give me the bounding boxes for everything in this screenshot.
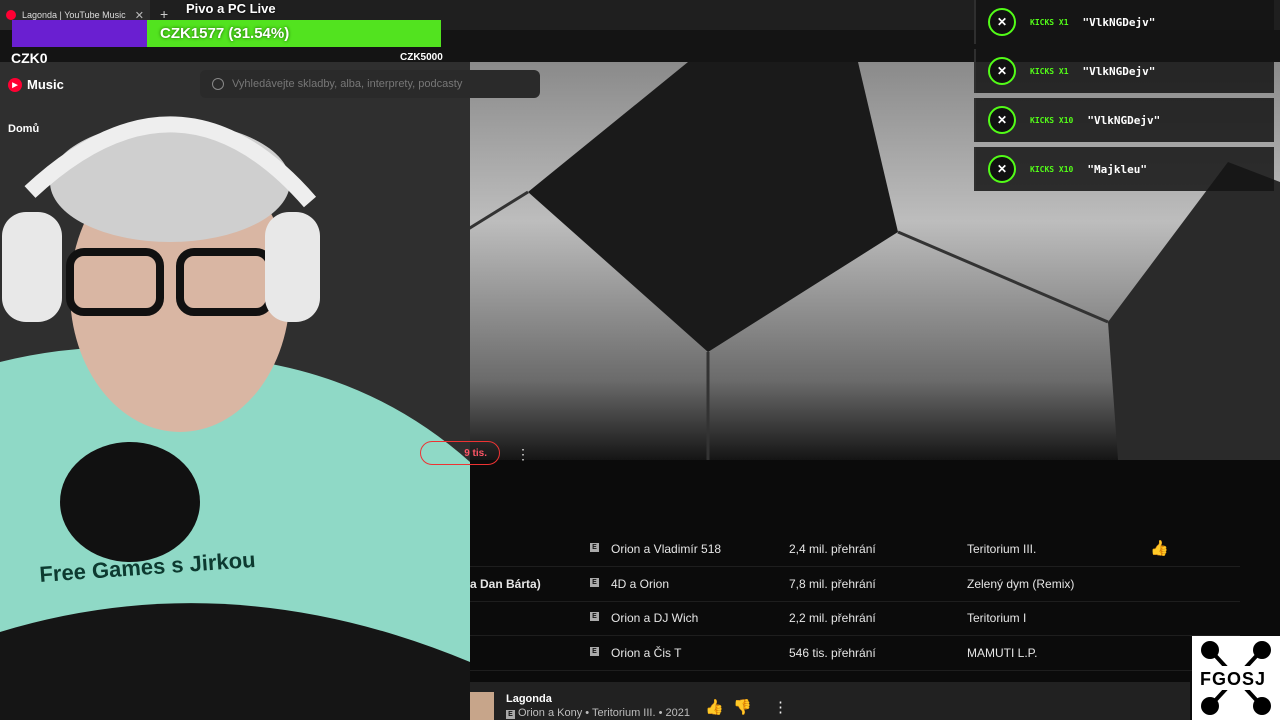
kick-alert: ✕ KICKS X10 "VlkNGDejv" [974, 98, 1274, 142]
song-plays: 7,8 mil. přehrání [789, 577, 876, 591]
like-button[interactable]: 👍 [705, 698, 724, 716]
song-title[interactable]: a Dan Bárta) [470, 577, 541, 591]
table-row[interactable]: E Orion a Vladimír 518 2,4 mil. přehrání Te… [470, 532, 1240, 567]
explicit-icon: E [590, 543, 599, 552]
dislike-button[interactable]: 👎 [733, 698, 752, 716]
explicit-icon: E [590, 578, 599, 587]
likes-pill[interactable]: 9 tis. [420, 441, 500, 465]
kick-badge-icon: ✕ [988, 155, 1016, 183]
song-album[interactable]: MAMUTI L.P. [967, 646, 1037, 660]
song-plays: 2,2 mil. přehrání [789, 611, 876, 625]
player-more-button[interactable]: ⋮ [773, 698, 788, 716]
more-options-icon: ⋮ [773, 699, 788, 716]
thumb-up-icon: 👍 [1150, 540, 1169, 557]
play-logo-icon: ▶ [8, 77, 22, 92]
table-row[interactable]: E Orion a Čis T 546 tis. přehrání MAMUTI L.… [470, 636, 1240, 671]
player-subtitle[interactable]: E Orion a Kony • Teritorium III. • 2021 [506, 707, 690, 719]
kick-alert-amount: KICKS X10 [1030, 164, 1074, 174]
song-album[interactable]: Teritorium III. [967, 542, 1036, 556]
more-options-icon[interactable]: ⋮ [516, 446, 530, 463]
channel-logo: FGOSJ [1192, 636, 1280, 720]
search-placeholder: Vyhledávejte skladby, alba, interprety, … [232, 78, 463, 90]
song-plays: 2,4 mil. přehrání [789, 542, 876, 556]
song-album[interactable]: Teritorium I [967, 611, 1026, 625]
logo-text: FGOSJ [1200, 669, 1267, 689]
explicit-icon: E [590, 647, 599, 656]
kick-alert-user: "VlkNGDejv" [1082, 15, 1156, 29]
kick-alert: ✕ KICKS X1 "VlkNGDejv" [974, 0, 1274, 44]
kick-alert-user: "Majkleu" [1087, 162, 1147, 176]
song-artist[interactable]: 4D a Orion [611, 577, 669, 591]
donation-goal-target: CZK5000 [400, 52, 443, 63]
search-input[interactable]: Vyhledávejte skladby, alba, interprety, … [200, 70, 540, 98]
explicit-icon: E [506, 710, 515, 719]
song-plays: 546 tis. přehrání [789, 646, 876, 660]
thumb-up-icon: 👍 [705, 699, 724, 716]
kick-alert-user: "VlkNGDejv" [1087, 113, 1161, 127]
player-subtitle-text: Orion a Kony • Teritorium III. • 2021 [518, 707, 690, 719]
donation-goal-start: CZK0 [11, 50, 48, 66]
player-title[interactable]: Lagonda [506, 693, 552, 705]
kick-alert-user: "VlkNGDejv" [1082, 64, 1156, 78]
likes-count: 9 tis. [464, 447, 487, 459]
explicit-icon: E [590, 612, 599, 621]
kick-badge-icon: ✕ [988, 57, 1016, 85]
kick-alert: ✕ KICKS X1 "VlkNGDejv" [974, 49, 1274, 93]
youtube-favicon-icon [6, 10, 16, 20]
player-thumbnail[interactable] [470, 692, 494, 720]
kick-alert-amount: KICKS X1 [1030, 17, 1069, 27]
song-artist[interactable]: Orion a Čis T [611, 646, 681, 660]
kick-badge-icon: ✕ [988, 106, 1016, 134]
song-artist[interactable]: Orion a DJ Wich [611, 611, 698, 625]
tab-title: Lagonda | YouTube Music [22, 10, 126, 20]
table-row[interactable]: E Orion a DJ Wich 2,2 mil. přehrání Teritor… [470, 601, 1240, 636]
kick-alert-amount: KICKS X10 [1030, 115, 1074, 125]
stream-title: Pivo a PC Live [186, 1, 276, 16]
song-album[interactable]: Zelený dym (Remix) [967, 577, 1074, 591]
row-like-button[interactable]: 👍 [1150, 539, 1169, 557]
kick-alert: ✕ KICKS X10 "Majkleu" [974, 147, 1274, 191]
thumb-down-icon: 👎 [733, 699, 752, 716]
table-row[interactable]: a Dan Bárta) E 4D a Orion 7,8 mil. přehrání… [470, 567, 1240, 602]
kick-alert-amount: KICKS X1 [1030, 66, 1069, 76]
donation-goal-text: CZK1577 (31.54%) [160, 25, 290, 42]
webcam-feed: Free Games s Jirkou [0, 62, 470, 720]
ytmusic-logo-text: Music [27, 77, 64, 92]
streamer-image: Free Games s Jirkou [0, 62, 470, 720]
kick-badge-icon: ✕ [988, 8, 1016, 36]
search-icon [212, 78, 224, 90]
song-artist[interactable]: Orion a Vladimír 518 [611, 542, 721, 556]
sidebar-item-home[interactable]: Domů [8, 123, 39, 135]
ytmusic-logo[interactable]: ▶ Music [8, 77, 64, 92]
